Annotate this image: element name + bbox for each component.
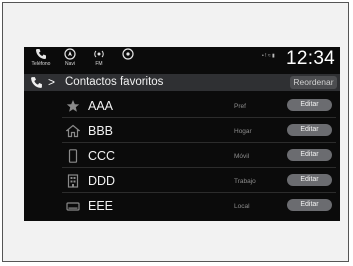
radio-icon (94, 50, 104, 58)
phone-icon (36, 49, 46, 59)
contact-row[interactable]: BBB Hogar Editar (24, 118, 340, 143)
contact-name: EEE (88, 199, 114, 213)
reorder-button[interactable]: Reordenar (290, 76, 337, 89)
star-icon (66, 100, 80, 112)
edit-button[interactable]: Editar (287, 199, 332, 211)
contact-row[interactable]: CCC Móvil Editar (24, 143, 340, 168)
edit-button[interactable]: Editar (287, 124, 332, 136)
contact-name: AAA (88, 99, 114, 113)
edit-button[interactable]: Editar (287, 149, 332, 161)
contact-row[interactable]: AAA Pref Editar (24, 93, 340, 118)
contact-type: Móvil (234, 153, 250, 160)
infotainment-screen: Teléfono Navi FM • ! ≈ ▮ 12:34 > Contact… (24, 47, 340, 221)
contact-row[interactable]: DDD Trabajo Editar (24, 168, 340, 193)
fm-tab[interactable]: FM (87, 48, 111, 70)
phone-icon (31, 77, 42, 88)
media-tab[interactable] (116, 48, 140, 70)
list-header: > Contactos favoritos Reordenar (24, 74, 340, 91)
contact-name: DDD (88, 174, 116, 188)
navi-tab[interactable]: Navi (58, 48, 82, 70)
clock: 12:34 (286, 48, 336, 69)
contact-name: BBB (88, 124, 114, 138)
navigation-icon (64, 48, 76, 60)
desk-phone-icon (66, 202, 80, 211)
contact-type: Trabajo (234, 178, 256, 185)
contact-type: Pref (234, 103, 246, 110)
media-icon (122, 48, 134, 60)
contact-type: Local (234, 203, 250, 210)
edit-button[interactable]: Editar (287, 99, 332, 111)
contact-name: CCC (88, 149, 116, 163)
chevron-right-icon: > (48, 75, 56, 89)
edit-button[interactable]: Editar (287, 174, 332, 186)
contact-type: Hogar (234, 128, 252, 135)
status-icons: • ! ≈ ▮ (262, 53, 275, 59)
fm-tab-label: FM (95, 61, 103, 67)
building-icon (67, 174, 79, 188)
mobile-phone-icon (68, 149, 78, 163)
contact-row[interactable]: EEE Local Editar (24, 193, 340, 218)
top-bar: Teléfono Navi FM • ! ≈ ▮ 12:34 (24, 47, 340, 72)
navi-tab-label: Navi (64, 61, 75, 67)
figure-frame: Teléfono Navi FM • ! ≈ ▮ 12:34 > Contact… (2, 2, 349, 262)
phone-tab[interactable]: Teléfono (29, 48, 53, 70)
phone-tab-label: Teléfono (31, 61, 51, 67)
page-title: Contactos favoritos (65, 76, 164, 88)
home-icon (66, 124, 80, 138)
